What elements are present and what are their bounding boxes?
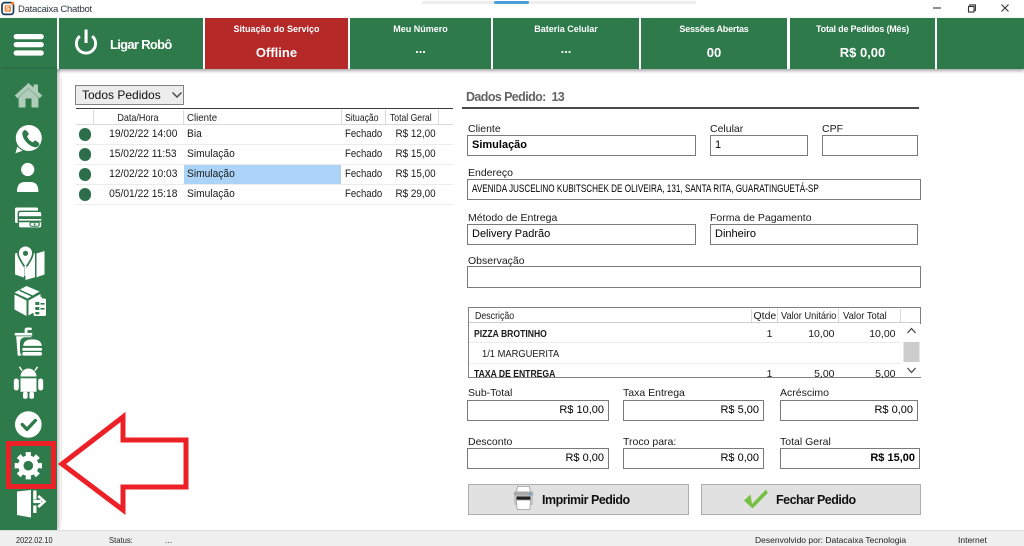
svg-text:Ligar Robô: Ligar Robô bbox=[110, 37, 172, 52]
svg-text:S: S bbox=[6, 7, 10, 13]
